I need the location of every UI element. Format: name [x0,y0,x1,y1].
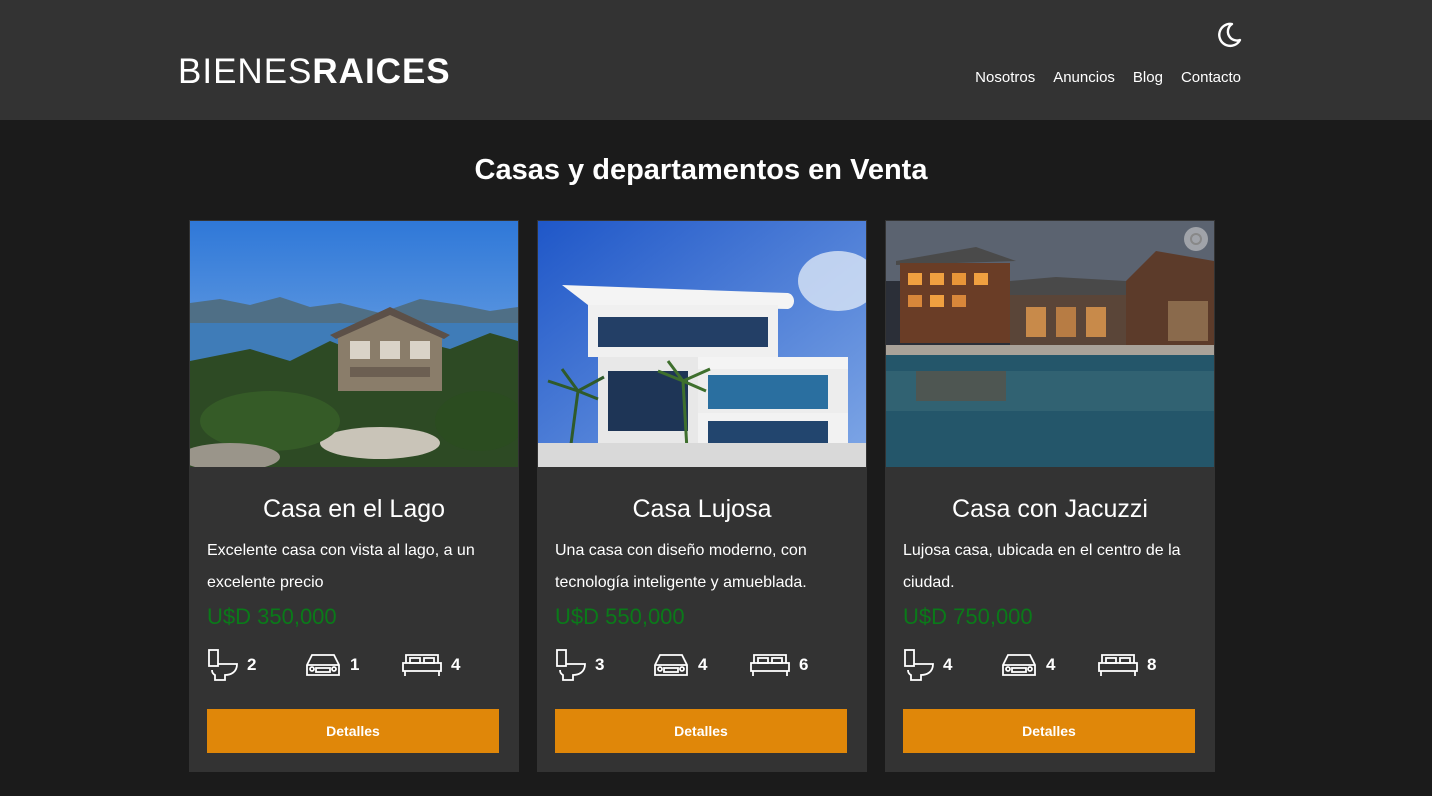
feature-parking: 4 [652,651,749,679]
parking-count: 4 [1046,655,1056,674]
card-title: Casa Lujosa [632,495,772,523]
nav-contacto[interactable]: Contacto [1181,68,1241,88]
card-description: Una casa con diseño moderno, con tecnolo… [555,542,807,591]
parking-count: 4 [698,655,708,674]
nav-nosotros[interactable]: Nosotros [975,68,1035,88]
listing-card: Casa en el Lago Excelente casa con vista… [189,220,519,772]
details-button[interactable]: Detalles [207,709,499,753]
nav-blog[interactable]: Blog [1133,68,1163,88]
feature-parking: 1 [304,651,401,679]
listing-card: Casa con Jacuzzi Lujosa casa, ubicada en… [885,220,1215,772]
site-logo[interactable]: BIENESRAICES [178,52,451,92]
card-features: 2 1 4 [207,647,519,683]
details-button[interactable]: Detalles [555,709,847,753]
feature-bedrooms: 4 [401,651,498,679]
parking-count: 1 [350,655,360,674]
logo-light-text: BIENES [178,52,313,91]
card-price: U$D 750,000 [903,604,1033,629]
bathrooms-count: 2 [247,655,257,674]
bathrooms-count: 4 [943,655,953,674]
listing-card: Casa Lujosa Una casa con diseño moderno,… [537,220,867,772]
feature-bathrooms: 3 [555,648,652,682]
card-title: Casa en el Lago [262,495,446,523]
card-features: 4 4 8 [903,647,1215,683]
toilet-icon [208,649,238,681]
card-description: Excelente casa con vista al lago, a un e… [207,542,475,591]
card-price: U$D 550,000 [555,604,685,629]
bedrooms-count: 6 [799,655,809,674]
card-title: Casa con Jacuzzi [952,495,1148,523]
feature-bedrooms: 8 [1097,651,1194,679]
bed-icon [1098,654,1138,676]
toilet-icon [556,649,586,681]
page-title: Casas y departamentos en Venta [474,154,928,186]
feature-bathrooms: 4 [903,648,1000,682]
bedrooms-count: 4 [451,655,461,674]
feature-bedrooms: 6 [749,651,846,679]
bed-icon [750,654,790,676]
house-modern-image [538,221,866,467]
bathrooms-count: 3 [595,655,605,674]
main-nav: Nosotros Anuncios Blog Contacto [975,68,1241,88]
house-lake-image [190,221,518,467]
details-button[interactable]: Detalles [903,709,1195,753]
car-icon [306,654,340,676]
moon-icon[interactable] [1214,20,1244,50]
bed-icon [402,654,442,676]
feature-bathrooms: 2 [207,648,304,682]
site-header: BIENESRAICES Nosotros Anuncios Blog Cont… [0,0,1432,120]
card-price: U$D 350,000 [207,604,337,629]
listings-grid: Casa en el Lago Excelente casa con vista… [189,220,1215,772]
card-description: Lujosa casa, ubicada en el centro de la … [903,542,1181,591]
feature-parking: 4 [1000,651,1097,679]
logo-bold-text: RAICES [312,52,451,91]
nav-anuncios[interactable]: Anuncios [1053,68,1115,88]
car-icon [1002,654,1036,676]
car-icon [654,654,688,676]
bedrooms-count: 8 [1147,655,1157,674]
toilet-icon [904,649,934,681]
house-pool-image [886,221,1214,467]
card-features: 3 4 6 [555,647,867,683]
